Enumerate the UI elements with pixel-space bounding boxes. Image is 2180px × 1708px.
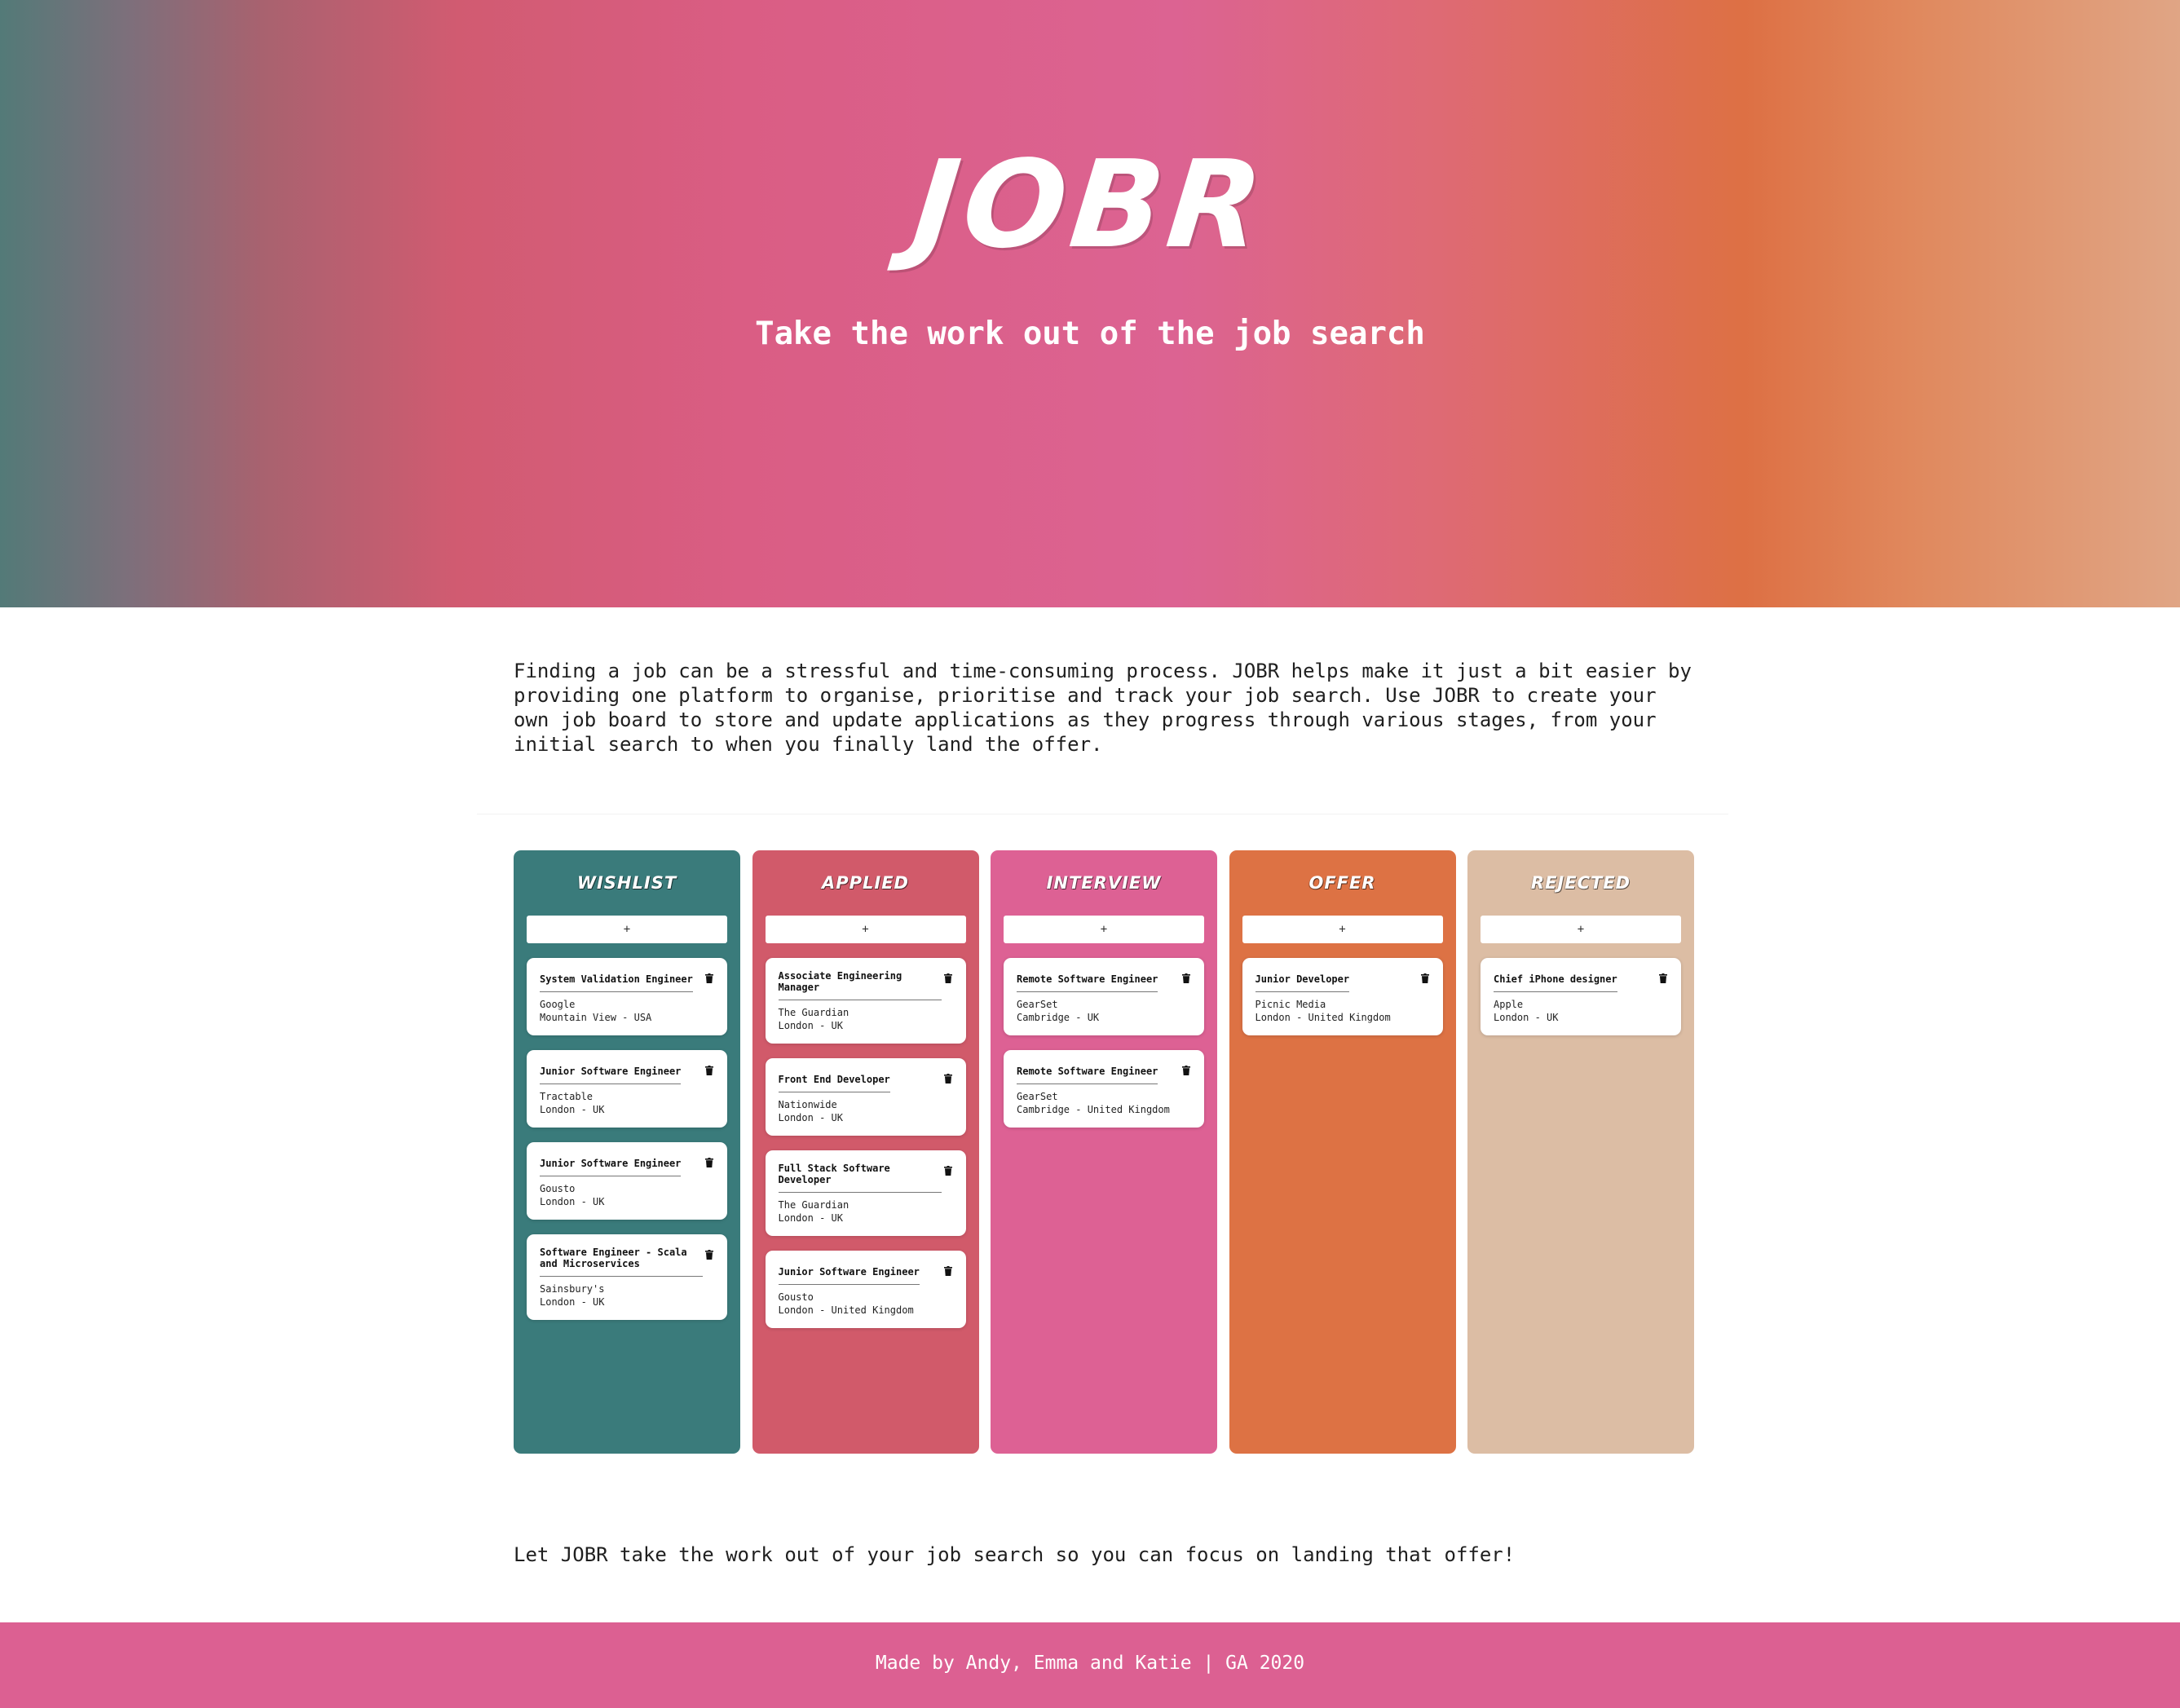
job-company: Gousto [540, 1183, 576, 1194]
job-card[interactable]: System Validation Engineer Google Mountain… [527, 958, 727, 1035]
trash-icon[interactable] [943, 1266, 952, 1276]
job-title: System Validation Engineer [540, 973, 693, 992]
job-location: Cambridge - UK [1017, 1012, 1100, 1023]
hero-banner: JOBR Take the work out of the job search [0, 0, 2180, 607]
job-card[interactable]: Full Stack Software Developer The Guardia… [765, 1150, 966, 1236]
add-job-button[interactable]: + [765, 916, 966, 943]
job-card[interactable]: Junior Software Engineer Gousto London - U… [765, 1251, 966, 1328]
job-company: Picnic Media [1255, 999, 1326, 1010]
add-job-button[interactable]: + [1004, 916, 1204, 943]
job-card[interactable]: Software Engineer - Scala and Microservi… [527, 1234, 727, 1320]
job-card[interactable]: Remote Software Engineer GearSet Cambridge… [1004, 958, 1204, 1035]
job-company: Sainsbury's [540, 1283, 605, 1295]
job-title: Junior Developer [1255, 973, 1350, 992]
job-company: Tractable [540, 1091, 594, 1102]
trash-icon[interactable] [1182, 1066, 1190, 1075]
footer-credits: Made by Andy, Emma and Katie | GA 2020 [875, 1653, 1305, 1674]
column-applied: APPLIED + Associate Engineering Manager The… [752, 850, 979, 1454]
column-interview: INTERVIEW + Remote Software Engineer GearSe… [991, 850, 1217, 1454]
brand-logo: JOBR [907, 135, 1273, 275]
job-location: London - United Kingdom [778, 1304, 914, 1316]
job-card[interactable]: Junior Software Engineer Tractable London … [527, 1050, 727, 1128]
job-title: Junior Software Engineer [540, 1158, 682, 1176]
job-title: Remote Software Engineer [1017, 973, 1158, 992]
job-location: London - UK [540, 1104, 605, 1115]
trash-icon[interactable] [705, 1250, 713, 1260]
job-title: Front End Developer [778, 1074, 890, 1092]
job-company: GearSet [1017, 1091, 1058, 1102]
column-title: APPLIED [821, 873, 909, 893]
job-title: Remote Software Engineer [1017, 1066, 1158, 1084]
job-company: Gousto [778, 1291, 814, 1303]
trash-icon[interactable] [943, 1074, 952, 1083]
job-board: WISHLIST + System Validation Engineer Googl… [514, 850, 1694, 1454]
job-title: Chief iPhone designer [1494, 973, 1617, 992]
call-to-action: Let JOBR take the work out of your job s… [514, 1543, 1516, 1566]
job-location: London - UK [540, 1196, 605, 1207]
job-card[interactable]: Front End Developer Nationwide London - UK [765, 1058, 966, 1136]
column-offer: OFFER + Junior Developer Picnic Media London… [1229, 850, 1456, 1454]
job-card[interactable]: Chief iPhone designer Apple London - UK [1481, 958, 1681, 1035]
job-location: London - UK [778, 1112, 843, 1123]
column-title: REJECTED [1530, 873, 1631, 893]
job-title: Associate Engineering Manager [778, 970, 942, 1000]
job-location: London - UK [1494, 1012, 1559, 1023]
job-location: Mountain View - USA [540, 1012, 652, 1023]
column-rejected: REJECTED + Chief iPhone designer Apple Londo… [1467, 850, 1694, 1454]
job-title: Software Engineer - Scala and Microservi… [540, 1247, 703, 1277]
job-company: Apple [1494, 999, 1524, 1010]
job-title: Junior Software Engineer [540, 1066, 682, 1084]
job-location: London - UK [778, 1212, 843, 1224]
trash-icon[interactable] [1659, 973, 1667, 983]
job-card[interactable]: Remote Software Engineer GearSet Cambridge… [1004, 1050, 1204, 1128]
job-location: London - UK [778, 1020, 843, 1031]
add-job-button[interactable]: + [1481, 916, 1681, 943]
intro-paragraph: Finding a job can be a stressful and tim… [514, 660, 1692, 756]
tagline: Take the work out of the job search [755, 316, 1425, 352]
column-title: OFFER [1308, 873, 1376, 893]
job-location: London - UK [540, 1296, 605, 1308]
column-title: WISHLIST [576, 873, 677, 893]
trash-icon[interactable] [705, 1158, 713, 1167]
column-wishlist: WISHLIST + System Validation Engineer Googl… [514, 850, 740, 1454]
job-location: Cambridge - United Kingdom [1017, 1104, 1170, 1115]
job-title: Junior Software Engineer [778, 1266, 920, 1285]
job-title: Full Stack Software Developer [778, 1163, 942, 1193]
job-location: London - United Kingdom [1255, 1012, 1391, 1023]
trash-icon[interactable] [943, 973, 952, 983]
job-card[interactable]: Associate Engineering Manager The Guardia… [765, 958, 966, 1044]
job-company: GearSet [1017, 999, 1058, 1010]
column-title: INTERVIEW [1046, 873, 1162, 893]
job-company: Google [540, 999, 576, 1010]
job-company: The Guardian [778, 1007, 849, 1018]
trash-icon[interactable] [1182, 973, 1190, 983]
trash-icon[interactable] [943, 1166, 952, 1176]
trash-icon[interactable] [705, 1066, 713, 1075]
trash-icon[interactable] [1420, 973, 1429, 983]
job-card[interactable]: Junior Software Engineer Gousto London - U… [527, 1142, 727, 1220]
add-job-button[interactable]: + [1242, 916, 1443, 943]
trash-icon[interactable] [705, 973, 713, 983]
job-company: Nationwide [778, 1099, 837, 1110]
job-card[interactable]: Junior Developer Picnic Media London - Uni… [1242, 958, 1443, 1035]
add-job-button[interactable]: + [527, 916, 727, 943]
job-company: The Guardian [778, 1199, 849, 1211]
footer: Made by Andy, Emma and Katie | GA 2020 [0, 1622, 2180, 1708]
